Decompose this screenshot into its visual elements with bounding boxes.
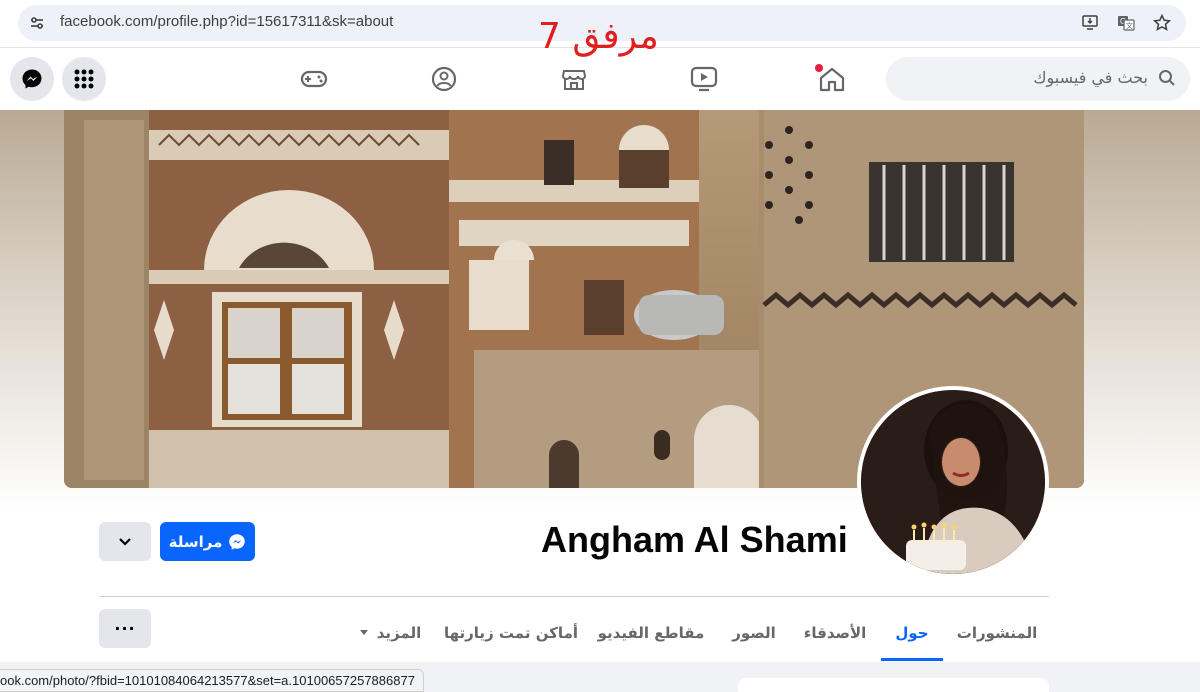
bookmark-star-icon[interactable] — [1152, 13, 1172, 33]
menu-grid-icon — [74, 69, 94, 89]
tab-friends[interactable]: الأصدقاء — [795, 605, 875, 661]
tab-check-ins[interactable]: أماكن تمت زيارتها — [443, 605, 579, 661]
messenger-icon — [229, 533, 246, 550]
active-tab-indicator — [881, 658, 943, 661]
groups-icon[interactable] — [428, 63, 460, 95]
site-info-icon[interactable] — [24, 10, 50, 36]
search-box[interactable]: بحث في فيسبوك — [886, 57, 1190, 101]
tab-more-label: المزيد — [376, 624, 422, 642]
caret-down-icon — [359, 630, 368, 635]
search-placeholder: بحث في فيسبوك — [1033, 68, 1148, 87]
message-button[interactable]: مراسلة — [160, 522, 255, 561]
screen: facebook.com/profile.php?id=15617311&sk=… — [0, 0, 1200, 692]
profile-tabs: المنشورات حول الأصدقاء الصور مقاطع الفيد… — [350, 605, 1050, 661]
notification-dot — [815, 64, 823, 72]
status-bar-url: ook.com/photo/?fbid=10101084064213577&se… — [0, 669, 424, 692]
url-text[interactable]: facebook.com/profile.php?id=15617311&sk=… — [60, 13, 393, 30]
tab-videos[interactable]: مقاطع الفيديو — [595, 605, 707, 661]
profile-dropdown-button[interactable] — [99, 522, 151, 561]
profile-avatar[interactable] — [857, 386, 1049, 578]
message-button-label: مراسلة — [168, 532, 223, 551]
tab-posts[interactable]: المنشورات — [951, 605, 1043, 661]
intro-card — [738, 678, 1049, 692]
messenger-button[interactable] — [10, 57, 54, 101]
install-app-icon[interactable] — [1080, 13, 1100, 33]
facebook-top-nav: بحث في فيسبوك — [0, 48, 1200, 110]
video-icon[interactable] — [688, 63, 720, 95]
profile-name: Angham Al Shami — [541, 519, 848, 560]
chevron-down-icon — [119, 537, 131, 546]
translate-icon[interactable]: G文 — [1116, 13, 1136, 33]
more-options-button[interactable]: ··· — [99, 609, 151, 648]
tab-about[interactable]: حول — [881, 605, 943, 661]
tab-more[interactable]: المزيد — [350, 605, 430, 661]
search-icon — [1158, 69, 1176, 91]
messenger-icon — [22, 69, 42, 89]
svg-text:文: 文 — [1126, 21, 1133, 30]
tab-photos[interactable]: الصور — [719, 605, 789, 661]
marketplace-icon[interactable] — [558, 63, 590, 95]
attachment-label: مرفق 7 — [538, 16, 659, 57]
profile-divider — [99, 596, 1049, 597]
menu-button[interactable] — [62, 57, 106, 101]
gaming-icon[interactable] — [298, 63, 330, 95]
